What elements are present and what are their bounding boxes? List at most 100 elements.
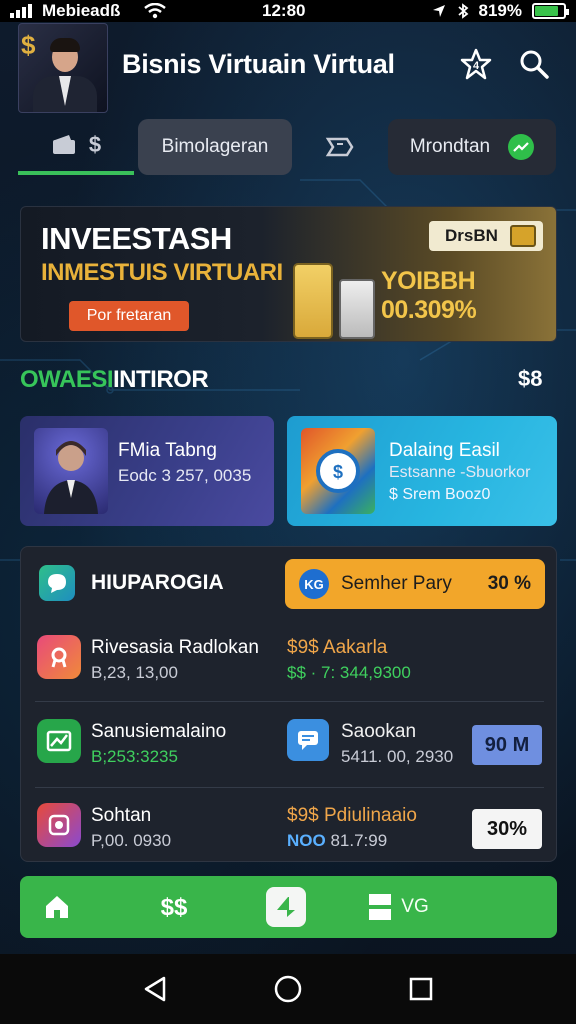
card-2-subtitle: Estsanne -Sbuorkor <box>389 464 531 481</box>
wallet-icon <box>52 135 75 154</box>
chat-icon <box>39 565 75 601</box>
signal-icon <box>10 4 32 18</box>
pill-percent: 30 % <box>487 573 531 594</box>
banner-badge[interactable]: DrsBN <box>429 221 543 251</box>
divider <box>35 787 544 788</box>
panel-title: HIUPAROGIA <box>91 571 224 594</box>
banner-cta-button[interactable]: Por fretaran <box>69 301 189 331</box>
row-3-right-name: $9$ Pdiulinaaio <box>287 805 417 826</box>
search-button[interactable] <box>510 40 558 88</box>
banner-title: INVEESTASH <box>41 221 232 256</box>
nav-center-action[interactable] <box>254 876 318 938</box>
home-icon <box>46 896 68 918</box>
tab-home[interactable]: $ <box>18 119 134 175</box>
favorites-button[interactable]: 4 <box>452 40 500 88</box>
card-2-title: Dalaing Easil <box>389 440 500 461</box>
center-action-icon <box>266 887 306 927</box>
row-3-name: Sohtan <box>91 805 152 826</box>
section-title-green: OWAESI <box>20 366 114 393</box>
list-item[interactable]: Sanusiemalaino B;253:3235 Saookan 5411. … <box>21 705 556 789</box>
wifi-icon <box>144 3 167 19</box>
row-2-right-value: 5411. 00, 2930 <box>341 747 454 766</box>
bluetooth-icon <box>457 3 468 19</box>
status-bar: Mebieadß 12:80 819% <box>0 0 576 22</box>
back-icon[interactable] <box>142 975 168 1003</box>
system-nav-bar <box>0 954 576 1024</box>
battery-percent: 819% <box>478 1 522 20</box>
chart-icon <box>37 719 81 763</box>
chip-icon <box>509 225 536 247</box>
row-3-badge[interactable]: 30% <box>472 809 542 849</box>
trend-icon <box>508 134 535 160</box>
app-title: Bisnis Virtuain Virtual <box>122 48 395 79</box>
row-3-right-number: 81.7:99 <box>330 831 388 850</box>
pill-logo: KG <box>299 569 329 599</box>
nav-money[interactable]: $$ <box>94 876 254 938</box>
message-icon <box>287 719 329 761</box>
recents-icon[interactable] <box>408 976 434 1002</box>
panel-header: HIUPAROGIA KG Semher Pary 30 % <box>21 547 556 621</box>
section-title: OWAESIINTIROR <box>20 366 209 394</box>
list-item[interactable]: Rivesasia Radlokan B,23, 13,00 $9$ Aakar… <box>21 621 556 705</box>
feature-card-1[interactable]: FMia Tabng Eodc 3 257, 0035 <box>20 416 274 526</box>
app-header: $ Bisnis Virtuain Virtual 4 <box>0 22 576 113</box>
location-icon <box>432 5 445 17</box>
divider <box>35 701 544 702</box>
row-2-right-name: Saookan <box>341 721 417 742</box>
banner-badge-label: DrsBN <box>445 226 498 245</box>
avatar[interactable]: $ <box>18 23 108 113</box>
person-illustration <box>34 428 108 514</box>
app-icon <box>37 803 81 847</box>
svg-text:$$: $$ <box>161 894 188 921</box>
money-icon: $$ <box>161 894 188 921</box>
row-1-value: B,23, 13,00 <box>91 663 178 682</box>
tab-home-symbol: $ <box>88 132 102 157</box>
nav-vg[interactable]: VG <box>318 876 478 938</box>
section-currency[interactable]: $8 <box>518 366 542 392</box>
search-icon <box>520 50 549 79</box>
battery-icon <box>532 3 569 19</box>
nav-vg-label: VG <box>401 896 429 917</box>
row-1-right-value: $$ · 7: 344,9300 <box>287 663 411 682</box>
row-3-right-prefix: NOO <box>287 831 326 850</box>
row-2-badge[interactable]: 90 M <box>472 725 542 765</box>
tab-bimolageran[interactable]: Bimolageran <box>138 119 292 175</box>
promo-banner[interactable]: INVEESTASH INMESTUIS VIRTUARI Por fretar… <box>20 206 557 342</box>
carrier-label: Mebieadß <box>42 1 121 20</box>
tab-mrondtan-label: Mrondtan <box>409 136 491 157</box>
svg-text:$: $ <box>333 462 343 482</box>
tab-bar: $ Bimolageran Mrondtan <box>18 118 558 176</box>
star-icon: 4 <box>460 48 492 80</box>
battery-level <box>535 6 558 16</box>
card-1-title: FMia Tabng <box>118 440 217 461</box>
nav-home[interactable] <box>20 876 94 938</box>
row-1-name: Rivesasia Radlokan <box>91 637 259 658</box>
shield-logo-illustration: $ <box>301 428 375 514</box>
card-1-subtitle: Eodc 3 257, 0035 <box>118 466 252 485</box>
bottle-illustration <box>339 279 375 339</box>
banner-subtitle: INMESTUIS VIRTUARI <box>41 259 283 286</box>
coin-icon: $ <box>21 30 36 60</box>
card-2-line3: $ Srem Booz0 <box>389 486 491 503</box>
layers-icon <box>369 894 392 920</box>
investment-panel: HIUPAROGIA KG Semher Pary 30 % Rivesasia… <box>20 546 557 862</box>
phone-illustration <box>293 263 333 339</box>
list-item[interactable]: Sohtan P,00. 0930 $9$ Pdiulinaaio NOO 81… <box>21 789 556 873</box>
bottom-app-bar: $$ VG <box>20 876 557 938</box>
tab-mrondtan[interactable]: Mrondtan <box>388 119 556 175</box>
section-title-white: INTIROR <box>113 366 209 393</box>
row-2-name: Sanusiemalaino <box>91 721 227 742</box>
row-2-value: B;253:3235 <box>91 747 178 766</box>
feature-card-2[interactable]: $ Dalaing Easil Estsanne -Sbuorkor $ Sre… <box>287 416 557 526</box>
location-pin-icon <box>37 635 81 679</box>
pill-label: Semher Pary <box>341 573 452 594</box>
row-3-right-value: NOO 81.7:99 <box>287 831 387 851</box>
row-1-right-name: $9$ Aakarla <box>287 637 388 658</box>
ticket-icon <box>325 137 354 157</box>
home-circle-icon[interactable] <box>273 974 303 1004</box>
svg-text:4: 4 <box>473 60 480 72</box>
featured-pill[interactable]: KG Semher Pary 30 % <box>285 559 545 609</box>
banner-rate: YOIBBH 00.309% <box>381 267 477 324</box>
tab-tickets[interactable] <box>292 119 388 175</box>
row-3-value: P,00. 0930 <box>91 831 172 850</box>
